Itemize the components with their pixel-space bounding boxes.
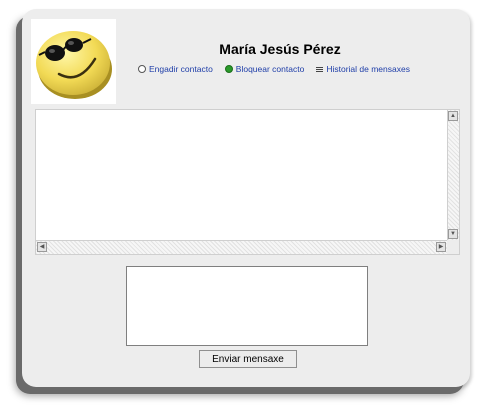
add-contact-icon bbox=[138, 65, 146, 73]
message-history-icon bbox=[316, 66, 324, 72]
add-contact-label: Engadir contacto bbox=[149, 64, 213, 74]
contact-name: María Jesús Pérez bbox=[219, 41, 341, 57]
block-contact-link[interactable]: Bloquear contacto bbox=[224, 64, 305, 74]
contact-actions: Engadir contacto Bloquear contacto Histo… bbox=[138, 64, 448, 74]
block-contact-icon bbox=[224, 65, 233, 73]
scroll-left-button[interactable]: ◀ bbox=[37, 242, 47, 252]
scroll-up-button[interactable]: ▲ bbox=[448, 111, 458, 121]
horizontal-scrollbar[interactable]: ◀ ▶ bbox=[36, 240, 447, 254]
add-contact-link[interactable]: Engadir contacto bbox=[138, 64, 213, 74]
avatar bbox=[31, 19, 116, 104]
scroll-down-button[interactable]: ▼ bbox=[448, 229, 458, 239]
scroll-right-button[interactable]: ▶ bbox=[436, 242, 446, 252]
chat-window: María Jesús Pérez Engadir contacto Bloqu… bbox=[22, 9, 470, 387]
send-message-button[interactable]: Enviar mensaxe bbox=[199, 350, 297, 368]
scrollbar-corner bbox=[447, 240, 459, 254]
message-input[interactable] bbox=[126, 266, 368, 346]
vertical-scrollbar[interactable]: ▲ ▼ bbox=[447, 110, 459, 240]
message-history-label: Historial de mensaxes bbox=[326, 64, 410, 74]
block-contact-label: Bloquear contacto bbox=[235, 64, 305, 74]
message-history-link[interactable]: Historial de mensaxes bbox=[316, 64, 410, 74]
message-history-pane[interactable]: ▲ ▼ ◀ ▶ bbox=[35, 109, 460, 255]
sunglasses-smiley-icon bbox=[36, 31, 112, 99]
